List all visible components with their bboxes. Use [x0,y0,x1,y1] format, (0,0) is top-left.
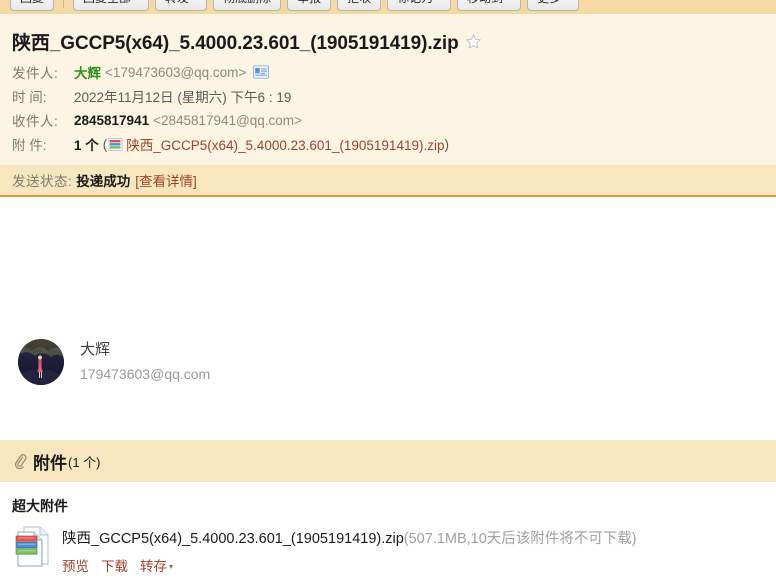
zip-file-icon [107,137,123,151]
mail-header: 陕西_GCCP5(x64)_5.4000.23.601_(1905191419)… [0,14,776,165]
preview-link[interactable]: 预览 [62,555,89,575]
chevron-down-icon: ▾ [565,0,569,10]
from-sender-address[interactable]: <179473603@qq.com> [105,65,246,80]
mail-toolbar: 回复 回复全部 ▾ 转发 ▾ 彻底删除 举报 拒收 标记为 ▾ [0,0,776,14]
attachment-label: 附 件: [12,138,47,153]
attachment-close-paren: ) [444,136,449,152]
contact-card-icon[interactable] [253,65,270,79]
sender-email-address: 179473603@qq.com [80,366,211,383]
toolbar-button-forward[interactable]: 转发 ▾ [155,0,208,11]
meta-row-time: 时 间: 2022年11月12日 (星期六) 下午6 : 19 [12,84,776,108]
attachment-name-link[interactable]: 陕西_GCCP5(x64)_5.4000.23.601_(1905191419)… [126,134,444,154]
chevron-down-icon: ▾ [507,0,511,10]
send-status-label: 发送状态: [12,174,73,189]
toolbar-button-label: 移动到 [467,0,503,10]
mail-body: 大辉 179473603@qq.com [0,199,776,440]
toolbar-button-label: 拒收 [347,0,371,10]
page-title: 陕西_GCCP5(x64)_5.4000.23.601_(1905191419)… [12,32,459,54]
toolbar-button-label: 举报 [297,0,321,10]
attachments-band-header: 附件 (1 个) [0,440,776,482]
attachment-list-item: 陕西_GCCP5(x64)_5.4000.23.601_(1905191419)… [12,524,637,575]
to-recipient-address[interactable]: <2845817941@qq.com> [153,113,302,128]
toolbar-button-label: 标记为 [397,0,433,10]
toolbar-button-label: 彻底删除 [223,0,271,10]
attachment-item-details: 陕西_GCCP5(x64)_5.4000.23.601_(1905191419)… [62,524,637,575]
download-link[interactable]: 下载 [101,555,128,575]
toolbar-button-label: 回复全部 [83,0,131,10]
toolbar-button-label: 转发 [165,0,189,10]
attachments-section: 超大附件 陕西_GCCP5(x64)_5.4000.23.601_(190519… [0,482,776,584]
toolbar-button-block[interactable]: 拒收 [337,0,382,11]
save-to-link[interactable]: 转存 [140,555,167,575]
toolbar-separator [63,0,65,8]
toolbar-button-reply-all[interactable]: 回复全部 ▾ [73,0,150,11]
meta-row-from: 发件人: 大辉 <179473603@qq.com> [12,60,776,84]
attachment-count: 1 个 [74,138,99,153]
mail-toolbar-buttons: 回复 回复全部 ▾ 转发 ▾ 彻底删除 举报 拒收 标记为 ▾ [10,0,580,12]
attachment-file-name: 陕西_GCCP5(x64)_5.4000.23.601_(1905191419)… [62,531,404,547]
meta-row-attachment: 附 件: 1 个 ( 陕西_GCCP5(x64)_5.4000.23.601_(… [12,132,776,156]
attachments-title: 附件 [33,453,67,473]
attachment-file-info: (507.1MB,10天后该附件将不可下载) [403,531,637,547]
toolbar-button-label: 更多 [537,0,561,10]
mail-meta-fields: 发件人: 大辉 <179473603@qq.com> 时 间: 2022年11月… [0,60,776,156]
view-details-link[interactable]: [查看详情] [135,170,197,190]
chevron-down-icon: ▾ [437,0,441,10]
send-status-value: 投递成功 [76,174,131,189]
to-label: 收件人: [12,114,59,129]
paperclip-icon [12,453,28,470]
send-status-strip: 发送状态: 投递成功 [查看详情] [0,165,776,197]
toolbar-button-reply[interactable]: 回复 [10,0,55,11]
avatar[interactable] [18,339,64,385]
toolbar-button-delete-permanently[interactable]: 彻底删除 [213,0,282,11]
star-outline-icon[interactable] [465,33,482,50]
sender-display-name: 大辉 [80,341,111,359]
chevron-down-icon: ▾ [135,0,139,10]
attachment-file-line: 陕西_GCCP5(x64)_5.4000.23.601_(1905191419)… [62,527,637,548]
toolbar-button-more[interactable]: 更多 ▾ [527,0,580,11]
subject-row: 陕西_GCCP5(x64)_5.4000.23.601_(1905191419)… [0,26,776,56]
attachment-actions: 预览 下载 转存 ▾ [62,555,637,575]
toolbar-button-move-to[interactable]: 移动到 ▾ [457,0,522,11]
from-sender-name[interactable]: 大辉 [74,62,101,82]
meta-row-to: 收件人: 2845817941 <2845817941@qq.com> [12,108,776,132]
time-label: 时 间: [12,90,47,105]
attachment-open-paren: ( [102,136,108,152]
chevron-down-icon: ▾ [193,0,197,10]
chevron-down-icon[interactable]: ▾ [169,562,173,571]
mail-message-page: 回复 回复全部 ▾ 转发 ▾ 彻底删除 举报 拒收 标记为 ▾ [0,0,776,584]
zip-file-icon [12,524,54,568]
to-recipient-name[interactable]: 2845817941 [74,113,149,128]
from-label: 发件人: [12,66,59,81]
attachments-group-title: 超大附件 [12,498,68,514]
attachments-count: (1 个) [68,454,101,470]
toolbar-button-label: 回复 [20,0,44,10]
sender-contact-card[interactable]: 大辉 179473603@qq.com [18,339,210,385]
toolbar-button-mark-as[interactable]: 标记为 ▾ [387,0,452,11]
sender-contact-text: 大辉 179473603@qq.com [80,339,210,384]
toolbar-button-report[interactable]: 举报 [287,0,332,11]
time-value: 2022年11月12日 (星期六) 下午6 : 19 [74,90,292,105]
